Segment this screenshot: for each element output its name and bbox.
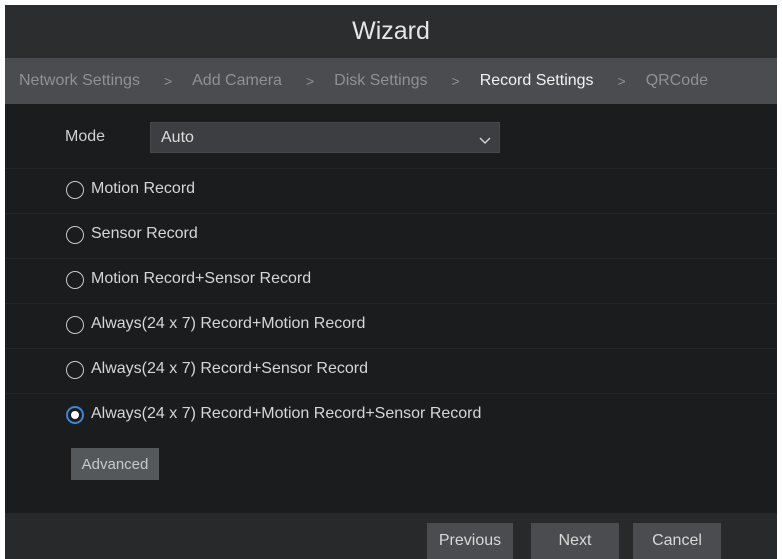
radio-button[interactable] <box>66 316 84 334</box>
mode-select[interactable]: Auto <box>150 122 500 153</box>
record-option-sensor[interactable]: Sensor Record <box>5 213 777 257</box>
cancel-button[interactable]: Cancel <box>633 523 721 559</box>
window-title: Wizard <box>352 17 430 45</box>
record-option-always-motion-sensor[interactable]: Always(24 x 7) Record+Motion Record+Sens… <box>5 393 777 437</box>
next-button[interactable]: Next <box>531 523 619 559</box>
previous-button[interactable]: Previous <box>427 523 513 559</box>
record-option-motion[interactable]: Motion Record <box>5 168 777 212</box>
record-option-motion-sensor[interactable]: Motion Record+Sensor Record <box>5 258 777 302</box>
record-option-always-motion[interactable]: Always(24 x 7) Record+Motion Record <box>5 303 777 347</box>
radio-button[interactable] <box>66 226 84 244</box>
radio-button[interactable] <box>66 361 84 379</box>
step-network-settings[interactable]: Network Settings <box>19 72 140 90</box>
record-option-label: Motion Record <box>91 180 196 197</box>
step-qrcode[interactable]: QRCode <box>646 72 708 90</box>
footer-bar: Previous Next Cancel <box>5 513 777 559</box>
step-separator-icon: > <box>305 73 315 89</box>
record-option-always-sensor[interactable]: Always(24 x 7) Record+Sensor Record <box>5 348 777 392</box>
step-record-settings[interactable]: Record Settings <box>480 72 594 90</box>
record-option-label: Motion Record+Sensor Record <box>91 270 312 287</box>
mode-select-value: Auto <box>161 129 194 146</box>
record-option-label: Always(24 x 7) Record+Motion Record <box>91 315 366 332</box>
radio-button-selected[interactable] <box>66 406 84 424</box>
chevron-down-icon <box>479 132 491 150</box>
wizard-steps-bar: Network Settings > Add Camera > Disk Set… <box>5 58 777 104</box>
advanced-button[interactable]: Advanced <box>71 448 159 480</box>
record-option-label: Always(24 x 7) Record+Motion Record+Sens… <box>91 405 482 422</box>
record-option-label: Sensor Record <box>91 225 198 242</box>
record-option-label: Always(24 x 7) Record+Sensor Record <box>91 360 369 377</box>
mode-row: Mode Auto <box>5 120 777 156</box>
wizard-window: Wizard Network Settings > Add Camera > D… <box>5 5 777 559</box>
step-separator-icon: > <box>617 73 626 89</box>
step-separator-icon: > <box>163 73 173 89</box>
title-bar: Wizard <box>5 5 777 58</box>
radio-button[interactable] <box>66 271 84 289</box>
mode-label: Mode <box>65 128 106 145</box>
radio-button[interactable] <box>66 181 84 199</box>
step-add-camera[interactable]: Add Camera <box>192 72 282 90</box>
step-disk-settings[interactable]: Disk Settings <box>334 72 427 90</box>
step-separator-icon: > <box>451 73 460 89</box>
